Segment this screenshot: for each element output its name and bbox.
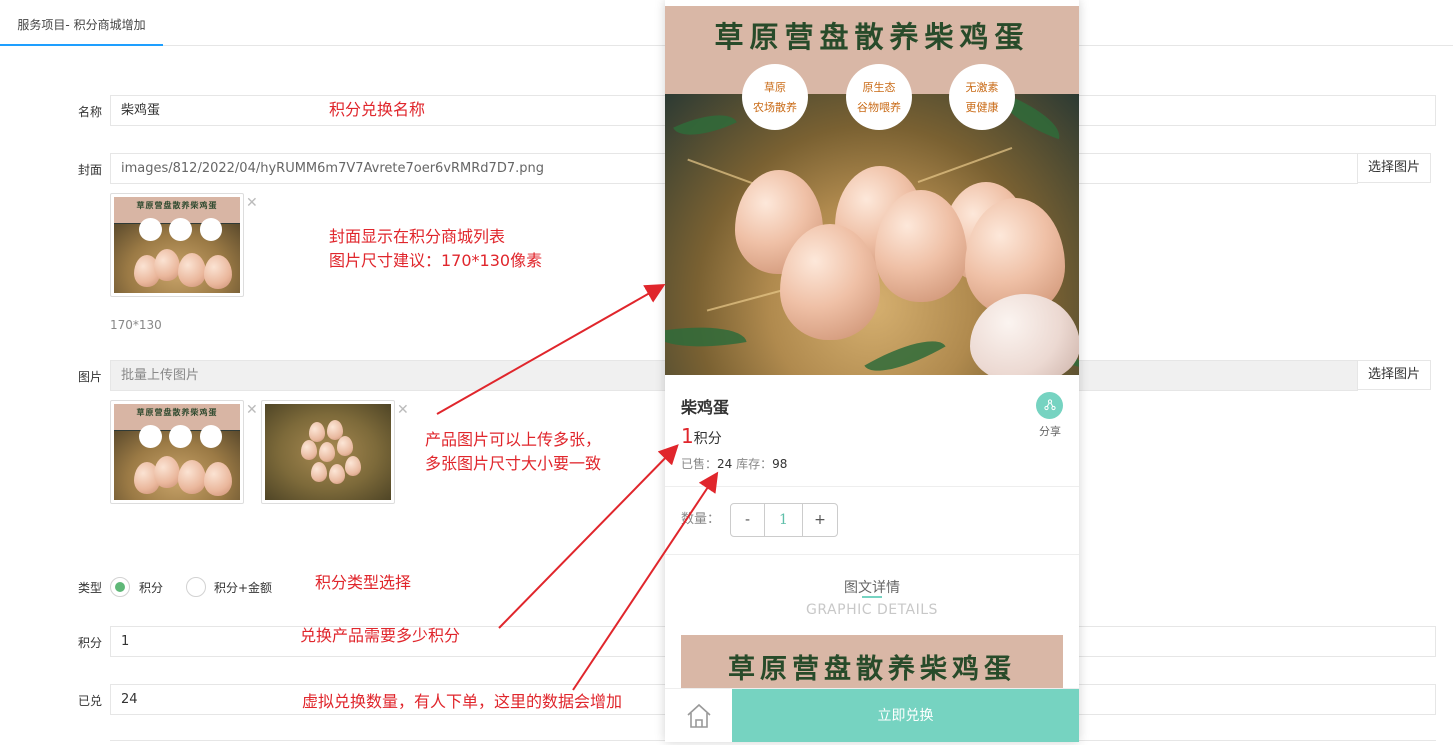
quantity-plus-button[interactable]: + (803, 504, 837, 536)
annotation-type: 积分类型选择 (315, 573, 412, 592)
cover-thumbnail: 草原营盘散养柴鸡蛋 (110, 193, 244, 297)
annotation-cover-line1: 封面显示在积分商城列表 (329, 227, 506, 246)
images-select-image-button[interactable]: 选择图片 (1357, 360, 1431, 390)
bottom-action-bar: 立即兑换 (665, 688, 1079, 742)
redeem-now-button[interactable]: 立即兑换 (732, 689, 1079, 742)
mobile-preview: 草原营盘散养柴鸡蛋 草原 农场散养 原生态 谷物喂养 无激素 更健康 柴鸡蛋 分… (665, 0, 1079, 742)
type-label: 类型 (77, 581, 102, 595)
share-label[interactable]: 分享 (1036, 423, 1064, 439)
divider (665, 554, 1079, 555)
type-radio-points[interactable] (110, 577, 130, 597)
sold-label: 已兑 (77, 694, 102, 708)
preview-points-value: 1 (681, 424, 694, 448)
annotation-cover-line2: 图片尺寸建议：170*130像素 (329, 251, 543, 270)
cover-label: 封面 (77, 163, 102, 177)
cover-size-hint: 170*130 (110, 318, 162, 332)
product-image-thumbnail-2 (261, 400, 395, 504)
detail-subtitle: GRAPHIC DETAILS (806, 602, 938, 618)
type-radio-points-money-label[interactable]: 积分+金额 (214, 579, 272, 596)
poster-badge-2: 原生态 谷物喂养 (846, 64, 912, 130)
detail-banner-image: 草原营盘散养柴鸡蛋 (681, 635, 1063, 695)
product-image-thumbnail-1: 草原营盘散养柴鸡蛋 (110, 400, 244, 504)
type-radio-points-money[interactable] (186, 577, 206, 597)
images-label: 图片 (77, 370, 102, 384)
quantity-value[interactable]: 1 (765, 504, 803, 536)
poster-badge-3-line2: 更健康 (965, 101, 999, 114)
poster-badge-2-line1: 原生态 (862, 81, 896, 94)
quantity-label: 数量： (681, 512, 721, 527)
poster-badge-2-line2: 谷物喂养 (857, 101, 901, 114)
product-poster-title: 草原营盘散养柴鸡蛋 (714, 20, 1030, 54)
cover-remove-icon[interactable]: ✕ (246, 196, 258, 210)
points-label: 积分 (77, 636, 102, 650)
poster-badge-3-line1: 无激素 (965, 81, 999, 94)
poster-badge-1-line1: 草原 (764, 81, 786, 94)
name-label: 名称 (77, 105, 102, 119)
annotation-images-line2: 多张图片尺寸大小要一致 (425, 454, 602, 473)
eggs-in-nest-image (265, 404, 391, 500)
detail-title-underline (862, 596, 882, 598)
preview-product-name: 柴鸡蛋 (681, 398, 730, 417)
product-image-2-remove-icon[interactable]: ✕ (397, 403, 409, 417)
detail-title: 图文详情 (844, 580, 900, 596)
share-icon[interactable] (1036, 392, 1063, 419)
poster-badge-1: 草原 农场散养 (742, 64, 808, 130)
cover-poster-image: 草原营盘散养柴鸡蛋 (114, 197, 240, 293)
poster-badge-3: 无激素 更健康 (949, 64, 1015, 130)
preview-stock-label: 库存： (736, 457, 773, 471)
divider (665, 486, 1079, 487)
quantity-minus-button[interactable]: - (731, 504, 765, 536)
preview-sold-value: 24 (717, 457, 733, 471)
annotation-name: 积分兑换名称 (329, 100, 426, 119)
type-radio-points-label[interactable]: 积分 (139, 579, 163, 596)
detail-banner-title: 草原营盘散养柴鸡蛋 (728, 654, 1016, 685)
arrow-to-hero-image (436, 284, 666, 415)
product-hero-photo (665, 94, 1079, 375)
product-image-1-remove-icon[interactable]: ✕ (246, 403, 258, 417)
tab-points-mall-add[interactable]: 服务项目- 积分商城增加 (0, 0, 163, 46)
preview-points-unit: 积分 (693, 431, 722, 447)
poster-badge-1-line2: 农场散养 (753, 101, 797, 114)
quantity-stepper[interactable]: - 1 + (730, 503, 838, 537)
annotation-sold: 虚拟兑换数量，有人下单，这里的数据会增加 (302, 692, 623, 711)
home-icon (686, 703, 711, 728)
annotation-images-line1: 产品图片可以上传多张， (425, 430, 602, 449)
preview-points: 1积分 (681, 424, 722, 448)
annotation-points: 兑换产品需要多少积分 (300, 626, 461, 645)
preview-stock-value: 98 (772, 457, 788, 471)
home-button[interactable] (665, 689, 732, 742)
preview-sold-label: 已售： (681, 457, 718, 471)
preview-sold-stock: 已售：24 库存：98 (681, 455, 787, 472)
cover-select-image-button[interactable]: 选择图片 (1357, 153, 1431, 183)
